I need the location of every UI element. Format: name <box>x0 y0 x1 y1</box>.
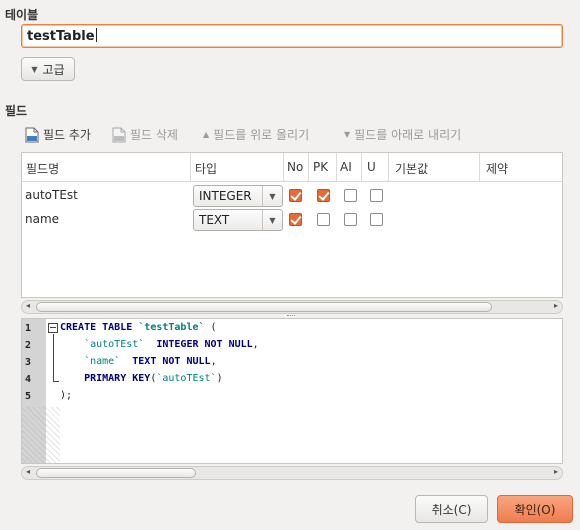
sql-token: INTEGER NOT NULL <box>156 339 253 350</box>
sql-token: TEXT <box>132 356 157 367</box>
line-number: 2 <box>25 340 32 351</box>
field-type-value: TEXT <box>199 213 230 227</box>
sql-line: ); <box>60 390 72 401</box>
sql-preview-editor[interactable]: 1 2 3 4 5 CREATE TABLE `testTable` ( `au… <box>21 318 563 464</box>
primary-key-checkbox[interactable] <box>317 213 330 226</box>
move-field-up-button[interactable]: ▲ 필드를 위로 올리기 <box>203 126 309 143</box>
sql-token: ( <box>204 322 217 333</box>
table-section-title: 테이블 <box>5 8 39 22</box>
line-number: 5 <box>25 391 32 402</box>
add-field-label: 필드 추가 <box>43 128 91 142</box>
fold-collapse-icon[interactable] <box>48 323 58 333</box>
advanced-button[interactable]: ▼ 고급 <box>21 57 75 81</box>
sql-line: PRIMARY KEY(`autoTEst`) <box>60 373 223 384</box>
sql-line: `name` TEXT NOT NULL, <box>60 356 217 367</box>
fields-table-hscrollbar[interactable]: ◂ ▸ <box>21 300 563 314</box>
scrollbar-thumb[interactable] <box>36 468 196 478</box>
field-type-select[interactable]: INTEGER ▼ <box>193 185 283 207</box>
line-number: 1 <box>25 323 32 334</box>
delete-field-label: 필드 삭제 <box>130 128 178 142</box>
gutter-hatch <box>22 407 46 463</box>
sql-line: `autoTEst` INTEGER NOT NULL, <box>60 339 259 350</box>
delete-field-icon <box>112 127 126 142</box>
table-name-value: testTable <box>27 29 95 44</box>
not-null-checkbox[interactable] <box>289 189 302 202</box>
auto-increment-checkbox[interactable] <box>344 189 357 202</box>
sql-token: `testTable` <box>138 322 205 333</box>
column-header-default[interactable]: 기본값 <box>395 160 428 177</box>
sql-token: `autoTEst` <box>60 339 145 350</box>
sql-token: CREATE TABLE <box>60 322 139 333</box>
field-type-value: INTEGER <box>199 189 252 203</box>
scroll-left-icon[interactable]: ◂ <box>26 301 30 310</box>
add-field-icon <box>25 127 39 142</box>
fields-table: 필드명 타입 No PK AI U 기본값 제약 autoTEst INTEGE… <box>21 152 563 298</box>
dropdown-arrow-icon: ▼ <box>262 210 282 230</box>
scroll-right-icon[interactable]: ▸ <box>554 301 558 310</box>
table-name-input[interactable]: testTable <box>21 24 563 48</box>
sql-token: PRIMARY KEY <box>60 373 151 384</box>
sql-token: `name` <box>60 356 121 367</box>
auto-increment-checkbox[interactable] <box>344 213 357 226</box>
sql-token: NOT NULL <box>162 356 211 367</box>
column-header-type[interactable]: 타입 <box>195 160 217 177</box>
fields-table-header: 필드명 타입 No PK AI U 기본값 제약 <box>22 153 562 182</box>
move-field-up-label: 필드를 위로 올리기 <box>213 128 310 142</box>
scroll-right-icon[interactable]: ▸ <box>554 467 558 476</box>
not-null-checkbox[interactable] <box>289 213 302 226</box>
line-number: 4 <box>25 374 32 385</box>
sql-token: , <box>210 356 217 367</box>
sql-editor-hscrollbar[interactable]: ◂ ▸ <box>21 466 563 480</box>
column-header-constraint[interactable]: 제약 <box>486 160 508 177</box>
sql-line: CREATE TABLE `testTable` ( <box>60 322 217 333</box>
column-header-pk[interactable]: PK <box>313 160 328 174</box>
ok-button[interactable]: 확인(O) <box>497 495 573 523</box>
fold-margin-hatch <box>46 407 60 463</box>
field-name-cell[interactable]: name <box>25 212 59 226</box>
sql-token: `autoTEst` <box>156 373 217 384</box>
fields-section-title: 필드 <box>5 104 28 118</box>
scrollbar-thumb[interactable] <box>36 302 492 312</box>
text-caret <box>95 28 97 42</box>
primary-key-checkbox[interactable] <box>317 189 330 202</box>
triangle-down-icon: ▼ <box>31 64 38 74</box>
column-header-unique[interactable]: U <box>367 160 376 174</box>
dropdown-arrow-icon: ▼ <box>262 186 282 206</box>
fold-line-end <box>53 381 59 382</box>
advanced-button-label: 고급 <box>42 62 65 77</box>
move-field-down-button[interactable]: ▼ 필드를 아래로 내리기 <box>344 126 461 143</box>
column-header-ai[interactable]: AI <box>340 160 352 174</box>
unique-checkbox[interactable] <box>370 189 383 202</box>
splitter-grip[interactable] <box>287 315 295 317</box>
add-field-button[interactable]: 필드 추가 <box>25 126 91 143</box>
sql-token: , <box>252 339 259 350</box>
field-type-select[interactable]: TEXT ▼ <box>193 209 283 231</box>
arrow-up-icon: ▲ <box>203 130 210 139</box>
column-header-not-null[interactable]: No <box>287 160 307 174</box>
fold-line <box>53 334 54 381</box>
sql-token: ); <box>60 390 73 401</box>
arrow-down-icon: ▼ <box>344 130 351 139</box>
delete-field-button[interactable]: 필드 삭제 <box>112 126 178 143</box>
column-header-field-name[interactable]: 필드명 <box>26 160 59 177</box>
field-name-cell[interactable]: autoTEst <box>25 188 78 202</box>
line-number: 3 <box>25 357 32 368</box>
cancel-button[interactable]: 취소(C) <box>415 495 488 523</box>
scroll-left-icon[interactable]: ◂ <box>26 467 30 476</box>
sql-token: ) <box>216 373 223 384</box>
unique-checkbox[interactable] <box>370 213 383 226</box>
move-field-down-label: 필드를 아래로 내리기 <box>354 128 462 142</box>
